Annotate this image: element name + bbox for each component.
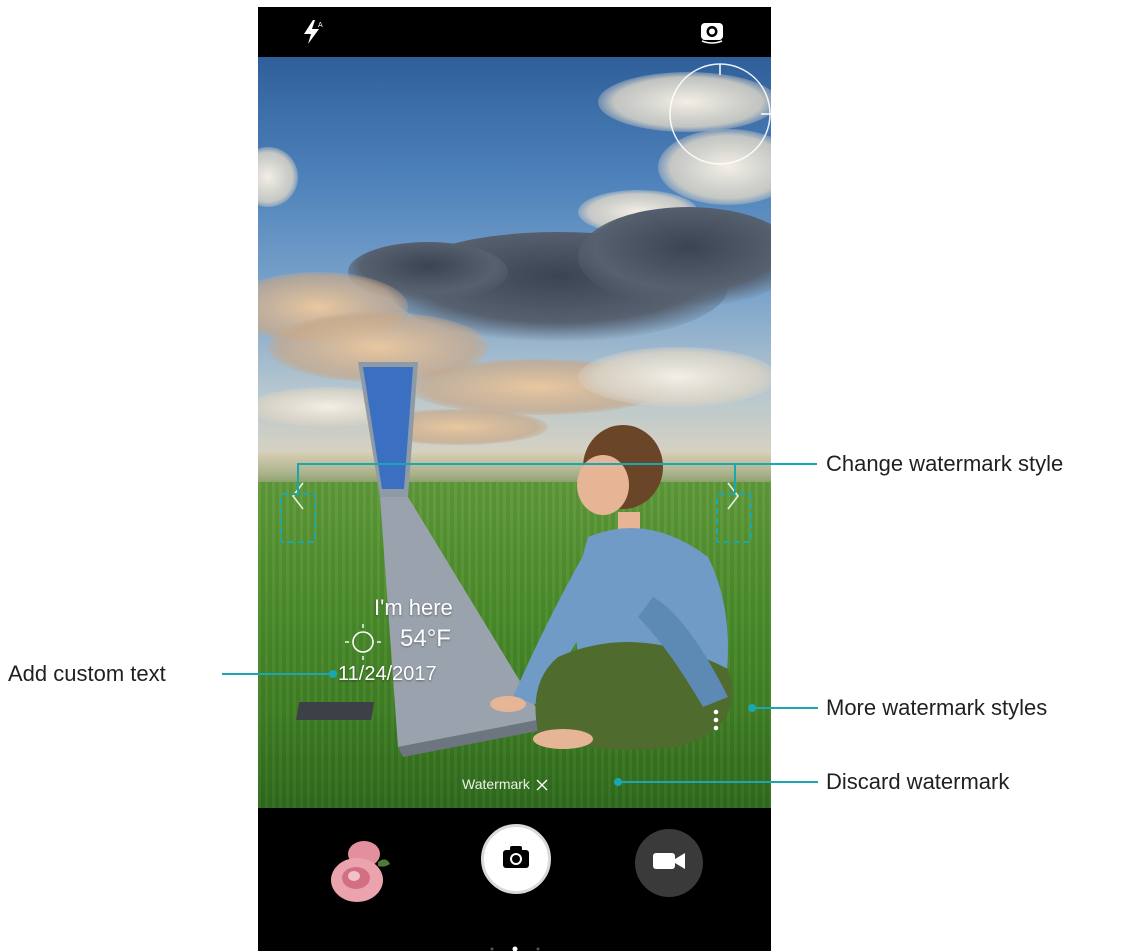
svg-text:A: A [318, 22, 323, 29]
discard-watermark-button[interactable]: Watermark [462, 773, 548, 795]
camera-bottom-bar [258, 808, 771, 951]
camera-viewfinder[interactable]: I'm here 54°F 11/24/2017 Watermark [258, 57, 771, 808]
more-watermark-styles-callout: More watermark styles [826, 695, 1048, 720]
previous-style-highlight [280, 493, 316, 543]
more-styles-callout-line [752, 707, 818, 709]
video-camera-icon [652, 851, 686, 876]
discard-callout-line [618, 781, 818, 783]
gallery-thumbnail[interactable] [330, 836, 392, 906]
add-custom-text-callout: Add custom text [8, 661, 166, 686]
sun-icon [344, 623, 382, 661]
video-record-button[interactable] [635, 829, 703, 897]
change-style-callout-line [297, 463, 817, 465]
viewfinder-scene [258, 63, 771, 757]
close-icon [536, 778, 548, 791]
shutter-button[interactable] [481, 824, 551, 894]
camera-top-bar: A [258, 7, 771, 57]
mode-page-indicator [488, 940, 542, 951]
change-style-callout-tick-right [734, 463, 736, 493]
camera-icon [502, 845, 530, 874]
clouds [258, 72, 771, 445]
watermark[interactable]: I'm here 54°F 11/24/2017 [338, 595, 468, 695]
custom-text-callout-dot [329, 670, 337, 678]
camera-screen: A I'm here 54°F 11/24/2017 Watermark [258, 7, 771, 951]
change-style-callout-tick-left [297, 463, 299, 493]
custom-text-callout-line [222, 673, 332, 675]
next-style-highlight [716, 493, 752, 543]
switch-camera-icon[interactable] [697, 17, 727, 47]
watermark-custom-text[interactable]: I'm here [374, 595, 453, 621]
boy [490, 425, 733, 750]
change-watermark-style-callout: Change watermark style [826, 451, 1064, 476]
watermark-date: 11/24/2017 [338, 663, 437, 685]
flash-auto-icon[interactable]: A [298, 17, 328, 47]
discard-watermark-label: Watermark [462, 776, 530, 792]
discard-watermark-callout: Discard watermark [826, 769, 1010, 794]
more-vertical-icon[interactable] [704, 705, 728, 735]
watermark-temperature: 54°F [400, 625, 451, 652]
